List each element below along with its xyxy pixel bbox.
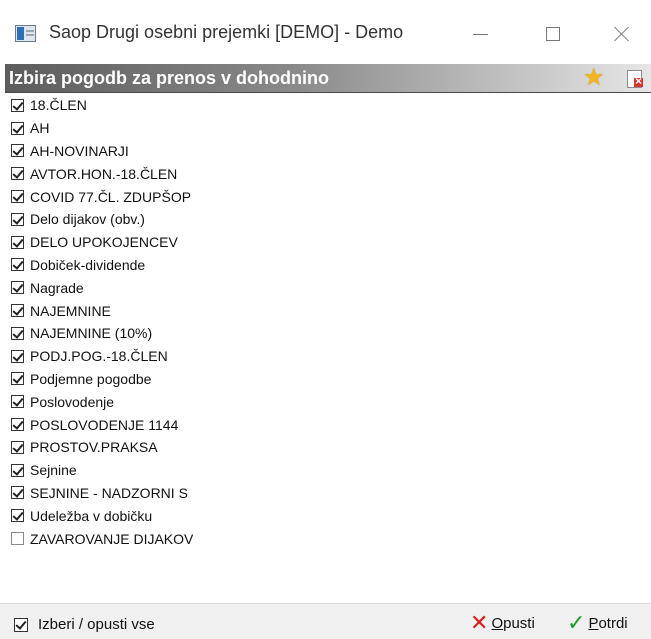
item-checkbox[interactable] (11, 440, 24, 454)
cancel-label-rest: pusti (503, 614, 535, 632)
list-item[interactable]: ZAVAROVANJE DIJAKOV (11, 527, 631, 550)
header-title: Izbira pogodb za prenos v dohodnino (9, 68, 329, 88)
list-item[interactable]: AVTOR.HON.-18.ČLEN (11, 162, 631, 185)
item-checkbox[interactable] (11, 281, 24, 295)
minimize-button[interactable] (457, 16, 503, 52)
contract-type-list: 18.ČLEN AH AH-NOVINARJI AVTOR.HON.-18.ČLEN C… (11, 94, 631, 550)
item-label: AVTOR.HON.-18.ČLEN (30, 165, 178, 182)
close-button[interactable] (599, 16, 645, 52)
list-item[interactable]: Delo dijakov (obv.) (11, 208, 631, 231)
item-label: POSLOVODENJE 1144 (30, 416, 179, 433)
list-item[interactable]: AH (11, 117, 631, 140)
item-label: COVID 77.ČL. ZDUPŠOP (30, 188, 192, 205)
maximize-icon (546, 27, 560, 41)
maximize-button[interactable] (530, 16, 576, 52)
item-label: ZAVAROVANJE DIJAKOV (30, 530, 194, 547)
list-item[interactable]: PODJ.POG.-18.ČLEN (11, 345, 631, 368)
item-checkbox[interactable] (11, 532, 24, 546)
item-checkbox[interactable] (11, 167, 24, 181)
item-label: NAJEMNINE (10%) (30, 325, 153, 342)
item-label: Poslovodenje (30, 393, 115, 410)
select-all-checkbox[interactable] (14, 617, 28, 632)
list-item[interactable]: POSLOVODENJE 1144 (11, 413, 631, 436)
list-item[interactable]: PROSTOV.PRAKSA (11, 436, 631, 459)
item-checkbox[interactable] (11, 349, 24, 363)
list-item[interactable]: Sejnine (11, 459, 631, 482)
item-checkbox[interactable] (11, 486, 24, 500)
item-checkbox[interactable] (11, 509, 24, 523)
window-title: Saop Drugi osebni prejemki [DEMO] - Demo (49, 22, 404, 42)
close-icon (613, 25, 631, 43)
item-label: SEJNINE - NADZORNI S (30, 484, 188, 501)
item-checkbox[interactable] (11, 372, 24, 386)
item-label: Delo dijakov (obv.) (30, 211, 145, 228)
item-label: Udeležba v dobičku (30, 507, 153, 524)
list-item[interactable]: Udeležba v dobičku (11, 504, 631, 527)
confirm-label-rest: otrdi (598, 614, 628, 632)
favorite-star-icon[interactable]: ★ (583, 65, 605, 91)
confirm-button[interactable]: ✓ Potrdi (567, 610, 628, 635)
list-item[interactable]: NAJEMNINE (10%) (11, 322, 631, 345)
item-label: AH-NOVINARJI (30, 142, 129, 159)
confirm-check-icon: ✓ (567, 610, 586, 635)
select-all-toggle[interactable]: Izberi / opusti vse (14, 616, 155, 633)
dialog-header: Izbira pogodb za prenos v dohodnino ★ (5, 64, 651, 93)
item-checkbox[interactable] (11, 258, 24, 272)
item-checkbox[interactable] (11, 326, 24, 340)
item-checkbox[interactable] (11, 144, 24, 158)
list-item[interactable]: COVID 77.ČL. ZDUPŠOP (11, 185, 631, 208)
list-item[interactable]: Dobiček-dividende (11, 254, 631, 277)
item-checkbox[interactable] (11, 235, 24, 249)
item-label: Sejnine (30, 462, 77, 479)
item-label: PODJ.POG.-18.ČLEN (30, 348, 168, 365)
confirm-mnemonic: P (588, 614, 599, 632)
item-checkbox[interactable] (11, 212, 24, 226)
item-checkbox[interactable] (11, 121, 24, 135)
list-item[interactable]: AH-NOVINARJI (11, 140, 631, 163)
item-checkbox[interactable] (11, 463, 24, 477)
close-document-icon[interactable] (627, 70, 643, 88)
item-label: Nagrade (30, 279, 84, 296)
select-all-label: Izberi / opusti vse (38, 616, 155, 633)
list-item[interactable]: NAJEMNINE (11, 299, 631, 322)
item-label: PROSTOV.PRAKSA (30, 439, 158, 456)
item-checkbox[interactable] (11, 304, 24, 318)
item-label: Podjemne pogodbe (30, 370, 152, 387)
cancel-x-icon: ✕ (470, 610, 489, 635)
title-bar: Saop Drugi osebni prejemki [DEMO] - Demo (0, 0, 651, 62)
item-label: 18.ČLEN (30, 97, 87, 114)
list-item[interactable]: Podjemne pogodbe (11, 368, 631, 391)
list-item[interactable]: DELO UPOKOJENCEV (11, 231, 631, 254)
footer-bar: Izberi / opusti vse ✕ Opusti ✓ Potrdi (0, 603, 651, 639)
item-checkbox[interactable] (11, 418, 24, 432)
list-item[interactable]: SEJNINE - NADZORNI S (11, 482, 631, 505)
list-item[interactable]: 18.ČLEN (11, 94, 631, 117)
item-checkbox[interactable] (11, 98, 24, 112)
item-label: AH (30, 120, 50, 137)
cancel-mnemonic: O (491, 614, 504, 632)
item-checkbox[interactable] (11, 395, 24, 409)
cancel-button[interactable]: ✕ Opusti (470, 610, 535, 635)
list-item[interactable]: Nagrade (11, 276, 631, 299)
minimize-icon (472, 33, 488, 35)
item-label: Dobiček-dividende (30, 256, 146, 273)
list-item[interactable]: Poslovodenje (11, 390, 631, 413)
item-label: NAJEMNINE (30, 302, 111, 319)
app-icon[interactable] (15, 25, 36, 42)
item-label: DELO UPOKOJENCEV (30, 234, 178, 251)
item-checkbox[interactable] (11, 190, 24, 204)
